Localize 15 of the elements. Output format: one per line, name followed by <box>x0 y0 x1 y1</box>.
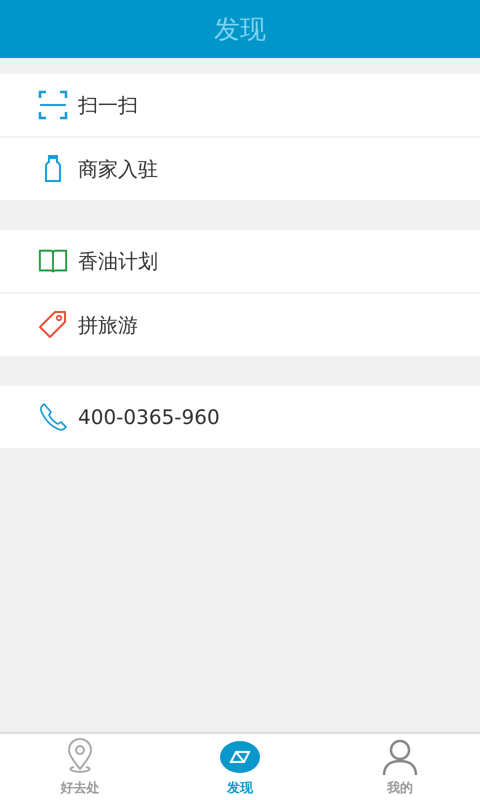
menu-item[interactable]: 400-0365-960 <box>0 386 480 448</box>
scan-icon <box>38 90 68 120</box>
menu-item[interactable]: 香油计划 <box>0 230 480 292</box>
person-icon <box>380 737 420 777</box>
menu-label: 400-0365-960 <box>78 405 220 429</box>
menu-item[interactable]: 拼旅游 <box>0 294 480 356</box>
tag-icon <box>38 310 68 340</box>
menu-label: 香油计划 <box>78 248 158 274</box>
menu-label: 扫一扫 <box>78 92 138 118</box>
menu-label: 拼旅游 <box>78 312 138 338</box>
phone-icon <box>38 402 68 432</box>
page-title: 发现 <box>214 14 266 46</box>
menu-item[interactable]: 扫一扫 <box>0 74 480 136</box>
menu-item[interactable]: 商家入驻 <box>0 138 480 200</box>
menu-label: 商家入驻 <box>78 156 158 182</box>
